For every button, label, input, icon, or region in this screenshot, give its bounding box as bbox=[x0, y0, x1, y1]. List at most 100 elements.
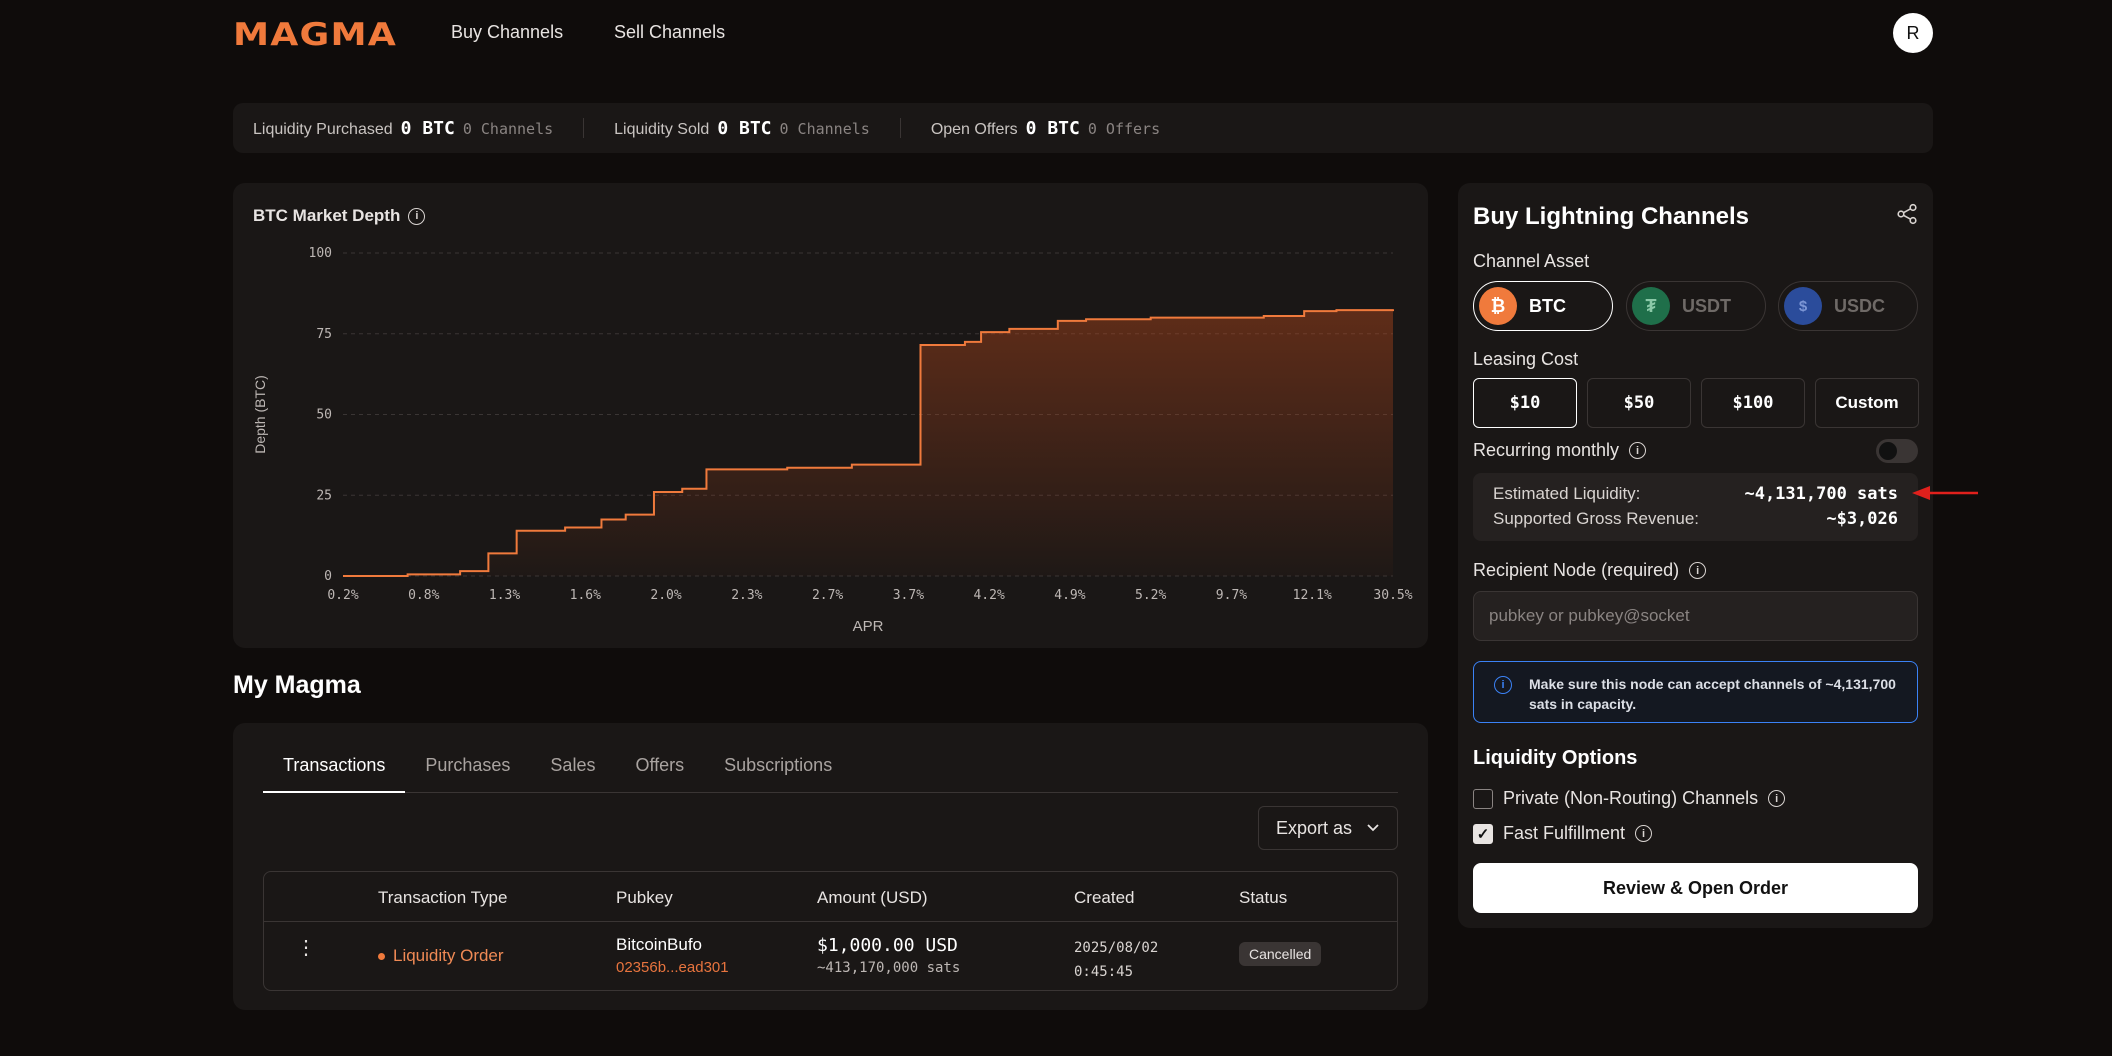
stat-value: 0 BTC bbox=[400, 117, 455, 139]
cost-50-button[interactable]: $50 bbox=[1587, 378, 1691, 428]
stat-sub: 0 Channels bbox=[462, 119, 554, 138]
export-label: Export as bbox=[1275, 817, 1353, 838]
asset-name: USDT bbox=[1682, 295, 1731, 316]
y-tick-label: 100 bbox=[309, 246, 332, 261]
option-private-row: Private (Non-Routing) Channels i bbox=[1473, 788, 1786, 809]
header-divider bbox=[264, 921, 1397, 922]
x-tick-label: 4.9% bbox=[1054, 588, 1085, 603]
stat-open-offers: Open Offers 0 BTC 0 Offers bbox=[931, 118, 1160, 139]
option-label: Fast Fulfillment bbox=[1503, 823, 1626, 843]
info-icon[interactable]: i bbox=[1768, 790, 1786, 807]
toggle-knob bbox=[1879, 442, 1897, 460]
private-channels-checkbox[interactable] bbox=[1473, 788, 1493, 809]
x-tick-label: 0.8% bbox=[408, 588, 439, 603]
info-icon: i bbox=[1494, 676, 1512, 694]
option-fast-row: ✓ Fast Fulfillment i bbox=[1473, 823, 1653, 844]
info-icon[interactable]: i bbox=[1689, 562, 1707, 579]
capacity-notice: i Make sure this node can accept channel… bbox=[1473, 661, 1918, 723]
tab-subscriptions[interactable]: Subscriptions bbox=[704, 753, 852, 793]
tab-transactions[interactable]: Transactions bbox=[263, 753, 406, 793]
tab-offers[interactable]: Offers bbox=[615, 753, 704, 793]
asset-usdc-button[interactable]: $ USDC bbox=[1778, 281, 1918, 331]
asset-btc-button[interactable]: ₿ BTC bbox=[1473, 281, 1613, 331]
x-tick-label: 5.2% bbox=[1135, 588, 1166, 603]
recurring-toggle[interactable] bbox=[1876, 439, 1918, 463]
panel-title: Buy Lightning Channels bbox=[1473, 203, 1749, 230]
created-timestamp: 2025/08/02 0:45:45 bbox=[1074, 936, 1158, 984]
column-header[interactable]: Transaction Type bbox=[378, 888, 507, 908]
info-icon[interactable]: i bbox=[1629, 442, 1647, 459]
x-tick-label: 2.3% bbox=[731, 588, 762, 603]
cost-10-button[interactable]: $10 bbox=[1473, 378, 1577, 428]
recipient-node-label: Recipient Node (required) bbox=[1473, 560, 1680, 580]
cost-100-button[interactable]: $100 bbox=[1701, 378, 1805, 428]
cost-custom-button[interactable]: Custom bbox=[1815, 378, 1919, 428]
buy-channels-panel: Buy Lightning Channels Channel Asset ₿ B… bbox=[1458, 183, 1933, 928]
stat-label: Liquidity Purchased bbox=[253, 120, 393, 138]
y-tick-label: 0 bbox=[324, 569, 332, 584]
fast-fulfillment-checkbox[interactable]: ✓ bbox=[1473, 823, 1493, 844]
magma-logo[interactable]: MAGMA bbox=[233, 20, 397, 47]
recurring-row: Recurring monthly i bbox=[1473, 440, 1647, 461]
recipient-node-input[interactable] bbox=[1473, 591, 1918, 641]
channel-asset-label: Channel Asset bbox=[1473, 251, 1590, 271]
stat-label: Open Offers bbox=[930, 120, 1018, 138]
x-axis-label: APR bbox=[853, 618, 884, 635]
stats-bar: Liquidity Purchased 0 BTC 0 Channels Liq… bbox=[233, 103, 1933, 153]
leasing-cost-label: Leasing Cost bbox=[1473, 349, 1579, 369]
y-axis-label: Depth (BTC) bbox=[252, 375, 268, 454]
estimated-liquidity-value: ~4,131,700 sats bbox=[1744, 484, 1898, 504]
more-options-icon[interactable]: ⋮ bbox=[296, 938, 316, 958]
x-tick-label: 2.0% bbox=[650, 588, 681, 603]
asset-usdt-button[interactable]: ₮ USDT bbox=[1626, 281, 1766, 331]
stat-divider bbox=[899, 118, 901, 138]
estimated-liquidity-label: Estimated Liquidity: bbox=[1493, 484, 1641, 503]
share-icon[interactable] bbox=[1896, 203, 1918, 225]
x-tick-label: 0.2% bbox=[327, 588, 358, 603]
nav-buy-channels[interactable]: Buy Channels bbox=[451, 22, 563, 43]
y-tick-label: 75 bbox=[316, 327, 332, 342]
user-avatar[interactable]: R bbox=[1893, 13, 1933, 53]
status-badge: Cancelled bbox=[1239, 942, 1322, 966]
stat-sub: 0 Channels bbox=[779, 119, 870, 138]
estimate-box: Estimated Liquidity: ~4,131,700 sats Sup… bbox=[1473, 473, 1918, 541]
market-depth-chart: 0 25 50 75 100 0.2% 0.8% 1.3% 1.6% 2.0% 2.3% 2.7% 3.… bbox=[252, 246, 1413, 635]
y-tick-label: 25 bbox=[316, 488, 332, 503]
usdc-icon: $ bbox=[1784, 287, 1822, 325]
bitcoin-icon: ₿ bbox=[1479, 287, 1517, 325]
gross-revenue-row: Supported Gross Revenue: ~$3,026 bbox=[1493, 509, 1898, 529]
nav-sell-channels[interactable]: Sell Channels bbox=[614, 22, 725, 43]
stat-label: Liquidity Sold bbox=[614, 120, 710, 138]
x-tick-label: 1.3% bbox=[489, 588, 520, 603]
pubkey-name: BitcoinBufo bbox=[616, 935, 702, 954]
my-magma-tabs: Transactions Purchases Sales Offers Subs… bbox=[263, 753, 1398, 793]
column-header[interactable]: Status bbox=[1239, 888, 1287, 908]
tab-sales[interactable]: Sales bbox=[530, 753, 615, 793]
x-tick-label: 4.2% bbox=[973, 588, 1004, 603]
pubkey-hash-link[interactable]: 02356b...ead301 bbox=[616, 959, 729, 976]
x-tick-label: 2.7% bbox=[812, 588, 843, 603]
gross-revenue-label: Supported Gross Revenue: bbox=[1493, 509, 1700, 528]
asset-name: USDC bbox=[1834, 295, 1886, 316]
info-icon[interactable]: i bbox=[1635, 825, 1653, 842]
depth-area-fill bbox=[343, 309, 1393, 576]
column-header[interactable]: Created bbox=[1074, 888, 1134, 908]
tab-purchases[interactable]: Purchases bbox=[405, 753, 530, 793]
amount-sats: ~413,170,000 sats bbox=[817, 960, 961, 976]
recurring-label: Recurring monthly bbox=[1473, 440, 1620, 460]
column-header[interactable]: Amount (USD) bbox=[817, 888, 928, 908]
stat-sub: 0 Offers bbox=[1087, 119, 1161, 138]
estimated-liquidity-row: Estimated Liquidity: ~4,131,700 sats bbox=[1493, 484, 1898, 504]
logo-text: MAGMA bbox=[233, 20, 397, 47]
x-tick-label: 9.7% bbox=[1216, 588, 1247, 603]
x-tick-label: 12.1% bbox=[1293, 588, 1332, 603]
arrow-left-icon bbox=[1912, 486, 1978, 500]
top-header: MAGMA Buy Channels Sell Channels R bbox=[0, 0, 2112, 66]
column-header[interactable]: Pubkey bbox=[616, 888, 673, 908]
recipient-node-row: Recipient Node (required) i bbox=[1473, 560, 1707, 581]
stat-divider bbox=[583, 118, 585, 138]
review-open-order-button[interactable]: Review & Open Order bbox=[1473, 863, 1918, 913]
export-button[interactable]: Export as bbox=[1258, 806, 1398, 850]
transaction-type: Liquidity Order bbox=[378, 946, 504, 966]
x-tick-label: 30.5% bbox=[1373, 588, 1412, 603]
